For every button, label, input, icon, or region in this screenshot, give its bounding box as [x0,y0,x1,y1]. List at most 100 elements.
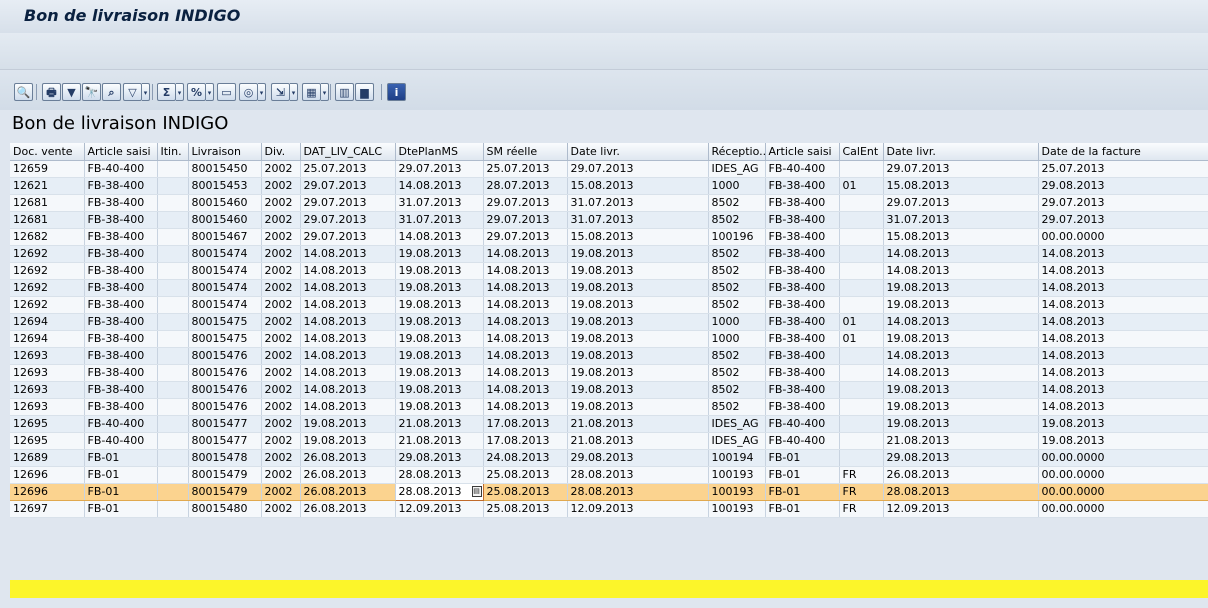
table-cell[interactable]: FB-38-400 [765,296,840,314]
table-cell[interactable]: FB-38-400 [765,177,840,195]
table-cell[interactable]: 12621 [10,177,85,195]
table-cell[interactable] [157,313,189,331]
column-header[interactable]: Livraison [188,143,262,161]
column-header[interactable]: Div. [261,143,301,161]
table-cell[interactable]: 26.08.2013 [300,449,396,467]
table-cell[interactable]: 31.07.2013 [395,211,484,229]
table-row[interactable]: 12681 FB-38-400 80015460 2002 29.07.2013 31.0… [10,194,1208,212]
table-cell[interactable]: 14.08.2013 [883,262,1039,280]
columns-button[interactable]: ▥ [335,83,354,101]
table-cell[interactable]: 01 [839,177,884,195]
table-cell[interactable]: 2002 [261,194,301,212]
table-cell[interactable]: 29.08.2013 [883,449,1039,467]
table-cell[interactable]: 80015476 [188,398,262,416]
table-cell[interactable] [157,330,189,348]
table-cell[interactable] [839,262,884,280]
table-cell[interactable]: 2002 [261,313,301,331]
table-cell[interactable] [839,211,884,229]
dropdown-arrow-icon[interactable]: ▾ [176,83,184,101]
column-header[interactable]: Article saisi [765,143,840,161]
table-cell[interactable]: 29.08.2013 [395,449,484,467]
table-cell[interactable]: 29.07.2013 [300,211,396,229]
details-button[interactable]: 🔍 [14,83,33,101]
table-cell[interactable]: 15.08.2013 [567,228,709,246]
table-cell[interactable] [157,228,189,246]
table-cell[interactable]: 8502 [708,364,766,382]
dropdown-arrow-icon[interactable]: ▾ [321,83,329,101]
table-cell[interactable]: 2002 [261,398,301,416]
table-cell[interactable]: 2002 [261,381,301,399]
table-cell[interactable]: 8502 [708,194,766,212]
table-cell[interactable]: 14.08.2013 [883,364,1039,382]
table-cell[interactable]: 17.08.2013 [483,432,568,450]
table-cell[interactable]: 2002 [261,245,301,263]
table-cell[interactable]: 14.08.2013 [395,177,484,195]
table-cell[interactable]: FB-38-400 [765,364,840,382]
table-cell[interactable]: 14.08.2013 [483,398,568,416]
export-button[interactable]: ⇲ [271,83,290,101]
column-header[interactable]: CalEnt [839,143,884,161]
table-cell[interactable]: 14.08.2013 [1038,364,1208,382]
table-cell[interactable]: 80015475 [188,330,262,348]
table-cell[interactable]: 100193 [708,483,766,501]
table-cell[interactable]: 14.08.2013 [1038,262,1208,280]
table-cell[interactable]: 8502 [708,262,766,280]
total-button[interactable]: Σ [157,83,176,101]
table-cell[interactable]: 29.07.2013 [483,194,568,212]
table-cell[interactable]: 25.07.2013 [1038,160,1208,178]
table-row[interactable]: 12693 FB-38-400 80015476 2002 14.08.2013 19.0… [10,398,1208,416]
table-cell[interactable]: 28.07.2013 [483,177,568,195]
table-cell[interactable]: FR [839,500,884,518]
table-cell[interactable]: 00.00.0000 [1038,466,1208,484]
table-cell[interactable]: 12692 [10,245,85,263]
table-cell[interactable]: 12.09.2013 [567,500,709,518]
table-cell[interactable]: 15.08.2013 [883,228,1039,246]
table-cell[interactable]: 19.08.2013 [567,279,709,297]
table-cell[interactable]: 80015476 [188,381,262,399]
table-cell[interactable] [157,279,189,297]
table-cell[interactable] [157,296,189,314]
table-cell[interactable]: FB-01 [765,500,840,518]
table-cell[interactable]: 2002 [261,160,301,178]
table-cell[interactable]: FB-01 [765,483,840,501]
table-cell[interactable]: 19.08.2013 [567,398,709,416]
table-cell[interactable]: 14.08.2013 [883,347,1039,365]
table-cell[interactable] [157,381,189,399]
table-cell[interactable]: 19.08.2013 [395,347,484,365]
table-cell[interactable]: 19.08.2013 [300,432,396,450]
table-cell[interactable]: FB-38-400 [765,194,840,212]
table-cell[interactable]: 29.07.2013 [1038,211,1208,229]
table-cell[interactable] [839,296,884,314]
table-cell[interactable]: 12696 [10,483,85,501]
table-cell[interactable]: 19.08.2013 [567,313,709,331]
table-cell[interactable]: FB-40-400 [84,432,158,450]
table-cell[interactable]: 14.08.2013 [883,245,1039,263]
table-cell[interactable] [157,432,189,450]
table-cell[interactable]: 80015479 [188,483,262,501]
table-row[interactable]: 12659 FB-40-400 80015450 2002 25.07.2013 29.0… [10,160,1208,178]
table-cell[interactable]: 14.08.2013 [300,262,396,280]
table-row[interactable]: 12692 FB-38-400 80015474 2002 14.08.2013 19.0… [10,296,1208,314]
table-cell[interactable]: FB-38-400 [765,398,840,416]
subtotal-button[interactable]: % [187,83,206,101]
table-cell[interactable]: 100193 [708,466,766,484]
table-cell[interactable]: 12681 [10,211,85,229]
table-cell[interactable]: 80015479 [188,466,262,484]
table-cell[interactable]: FB-38-400 [765,245,840,263]
table-cell[interactable]: 80015467 [188,228,262,246]
table-cell[interactable]: 2002 [261,449,301,467]
table-cell[interactable]: 12696 [10,466,85,484]
table-cell[interactable]: FB-38-400 [84,279,158,297]
table-cell[interactable]: 12.09.2013 [395,500,484,518]
table-cell[interactable]: 26.08.2013 [300,483,396,501]
table-cell[interactable]: 1000 [708,313,766,331]
table-cell[interactable]: 12692 [10,296,85,314]
table-cell[interactable]: 2002 [261,466,301,484]
column-header[interactable]: DAT_LIV_CALC [300,143,396,161]
table-cell[interactable] [839,364,884,382]
table-cell[interactable]: 14.08.2013 [1038,398,1208,416]
table-cell[interactable]: 25.08.2013 [483,466,568,484]
table-cell[interactable]: 28.08.2013 [883,483,1039,501]
table-row[interactable]: 12682 FB-38-400 80015467 2002 29.07.2013 14.0… [10,228,1208,246]
table-row[interactable]: 12695 FB-40-400 80015477 2002 19.08.2013 21.0… [10,415,1208,433]
